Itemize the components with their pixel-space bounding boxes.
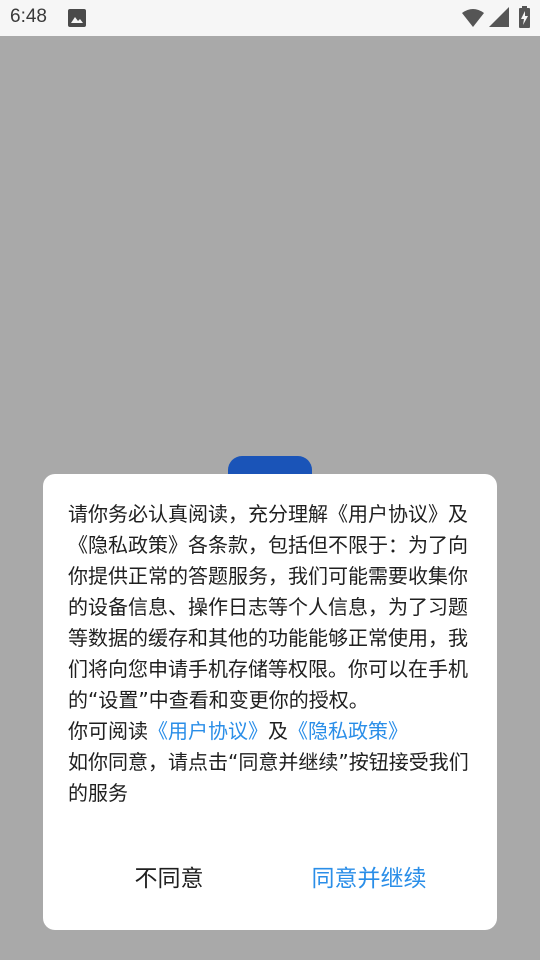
privacy-dialog: 请你务必认真阅读，充分理解《用户协议》及《隐私政策》各条款，包括但不限于：为了向… <box>43 474 497 930</box>
screen: 6:48 请你务必认真阅读，充分理解《用户协议》及《隐私政策》各条款，包括但不限… <box>0 0 540 960</box>
read-prefix: 你可阅读 <box>68 719 148 743</box>
status-time: 6:48 <box>10 6 47 27</box>
disagree-button[interactable]: 不同意 <box>113 858 225 898</box>
status-bar: 6:48 <box>0 0 540 36</box>
and-text: 及 <box>268 719 288 743</box>
battery-charging-icon <box>519 6 530 28</box>
dialog-paragraph-read: 你可阅读《用户协议》及《隐私政策》 <box>68 716 474 747</box>
signal-icon <box>489 7 509 27</box>
wifi-icon <box>462 9 484 27</box>
privacy-policy-link[interactable]: 《隐私政策》 <box>288 719 408 743</box>
gallery-icon <box>68 9 86 27</box>
dialog-body: 请你务必认真阅读，充分理解《用户协议》及《隐私政策》各条款，包括但不限于：为了向… <box>68 499 474 809</box>
dialog-paragraph-consent: 如你同意，请点击“同意并继续”按钮接受我们的服务 <box>68 750 469 805</box>
agree-continue-button[interactable]: 同意并继续 <box>305 858 433 898</box>
user-agreement-link[interactable]: 《用户协议》 <box>148 719 268 743</box>
dialog-paragraph-main: 请你务必认真阅读，充分理解《用户协议》及《隐私政策》各条款，包括但不限于：为了向… <box>68 502 468 712</box>
